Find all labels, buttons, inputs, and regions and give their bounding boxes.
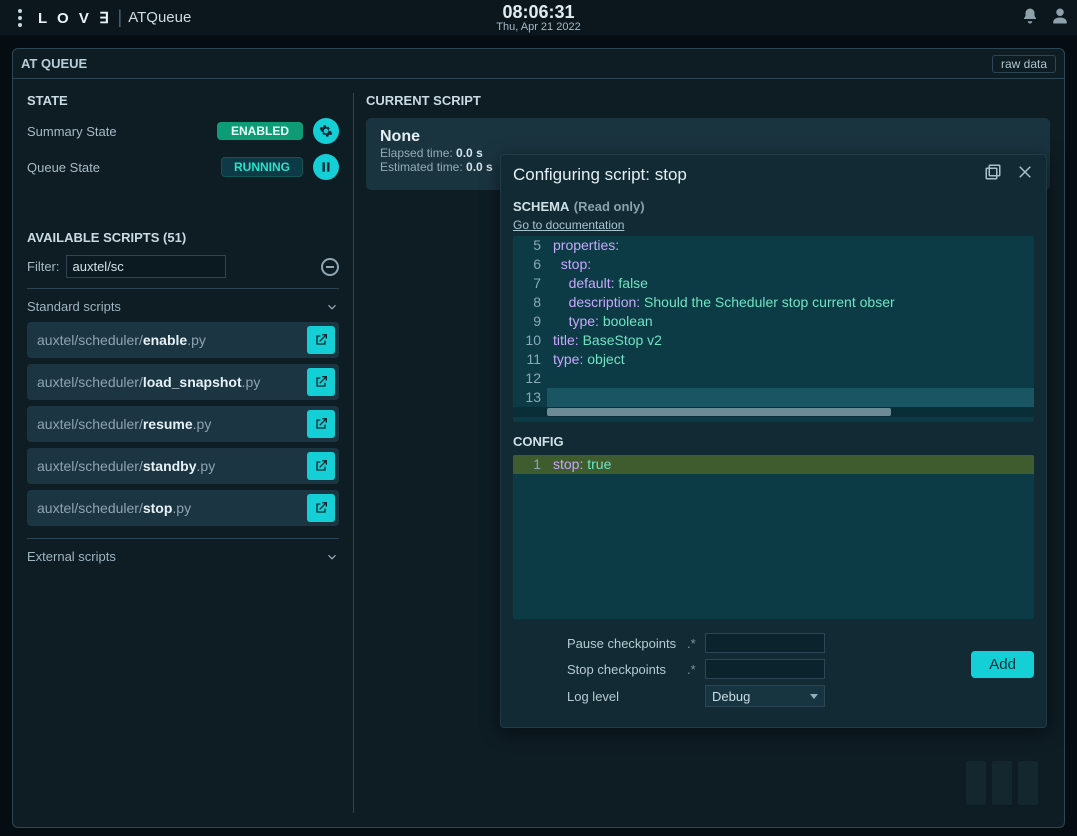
script-prefix: auxtel/scheduler/ — [37, 500, 143, 516]
launch-script-button[interactable] — [307, 452, 335, 480]
close-icon[interactable] — [1016, 163, 1034, 186]
pause-checkpoints-label: Pause checkpoints — [567, 636, 687, 651]
available-title: AVAILABLE SCRIPTS (51) — [27, 230, 339, 245]
state-title: STATE — [27, 93, 339, 108]
stop-wildcard: .* — [687, 662, 705, 677]
brand-logo: L O V ∃ — [38, 9, 112, 27]
script-ext: .py — [172, 500, 191, 516]
external-scripts-label: External scripts — [27, 549, 116, 564]
schema-label: SCHEMA — [513, 199, 569, 214]
current-script-name: None — [380, 128, 1036, 146]
state-label: Summary State — [27, 124, 217, 139]
state-pill: ENABLED — [217, 122, 303, 140]
caret-down-icon — [810, 694, 818, 699]
script-name: stop — [143, 500, 173, 516]
separator: | — [118, 7, 123, 28]
user-icon[interactable] — [1051, 7, 1069, 30]
script-ext: .py — [197, 458, 216, 474]
horizontal-scrollbar[interactable] — [513, 407, 1034, 417]
script-prefix: auxtel/scheduler/ — [37, 332, 143, 348]
documentation-link[interactable]: Go to documentation — [513, 218, 624, 232]
script-item[interactable]: auxtel/scheduler/enable.py — [27, 322, 339, 358]
modal-title: Configuring script: stop — [513, 165, 687, 185]
topbar: L O V ∃ | ATQueue 08:06:31 Thu, Apr 21 2… — [0, 0, 1077, 36]
launch-script-button[interactable] — [307, 326, 335, 354]
clock-time: 08:06:31 — [496, 3, 580, 21]
app-name: ATQueue — [128, 9, 191, 26]
launch-script-button[interactable] — [307, 410, 335, 438]
config-label: CONFIG — [513, 434, 1034, 449]
gear-button[interactable] — [313, 118, 339, 144]
script-name: load_snapshot — [143, 374, 242, 390]
log-level-value: Debug — [712, 689, 750, 704]
state-pill: RUNNING — [221, 157, 303, 177]
schema-editor[interactable]: 5properties:6 stop:7 default: false8 des… — [513, 236, 1034, 422]
popout-icon[interactable] — [984, 163, 1002, 186]
script-ext: .py — [193, 416, 212, 432]
script-prefix: auxtel/scheduler/ — [37, 458, 143, 474]
script-item[interactable]: auxtel/scheduler/stop.py — [27, 490, 339, 526]
collapse-all-icon[interactable] — [321, 258, 339, 276]
script-prefix: auxtel/scheduler/ — [37, 374, 143, 390]
pause-wildcard: .* — [687, 636, 705, 651]
launch-script-button[interactable] — [307, 494, 335, 522]
chevron-down-icon — [325, 300, 339, 314]
launch-script-button[interactable] — [307, 368, 335, 396]
script-name: resume — [143, 416, 193, 432]
add-button[interactable]: Add — [971, 651, 1034, 678]
bell-icon[interactable] — [1021, 7, 1039, 30]
script-item[interactable]: auxtel/scheduler/load_snapshot.py — [27, 364, 339, 400]
schema-readonly: (Read only) — [574, 199, 645, 214]
script-ext: .py — [187, 332, 206, 348]
script-name: standby — [143, 458, 197, 474]
clock: 08:06:31 Thu, Apr 21 2022 — [496, 3, 580, 33]
stop-checkpoints-label: Stop checkpoints — [567, 662, 687, 677]
script-item[interactable]: auxtel/scheduler/resume.py — [27, 406, 339, 442]
menu-button[interactable] — [8, 9, 32, 27]
filter-input[interactable] — [66, 255, 226, 278]
configure-script-modal: Configuring script: stop SCHEMA (Read on… — [500, 154, 1047, 728]
estimated-value: 0.0 s — [466, 160, 493, 174]
external-scripts-toggle[interactable]: External scripts — [27, 549, 339, 564]
raw-data-button[interactable]: raw data — [992, 55, 1056, 73]
pause-checkpoints-input[interactable] — [705, 633, 825, 653]
script-ext: .py — [242, 374, 261, 390]
stop-checkpoints-input[interactable] — [705, 659, 825, 679]
log-level-label: Log level — [567, 689, 687, 704]
script-name: enable — [143, 332, 187, 348]
standard-scripts-toggle[interactable]: Standard scripts — [27, 299, 339, 314]
elapsed-value: 0.0 s — [456, 146, 483, 160]
background-placeholder — [966, 761, 1038, 805]
filter-label: Filter: — [27, 259, 60, 274]
elapsed-label: Elapsed time: — [380, 146, 456, 160]
estimated-label: Estimated time: — [380, 160, 466, 174]
log-level-select[interactable]: Debug — [705, 685, 825, 707]
chevron-down-icon — [325, 550, 339, 564]
standard-scripts-label: Standard scripts — [27, 299, 121, 314]
config-editor[interactable]: 1stop: true — [513, 455, 1034, 619]
script-prefix: auxtel/scheduler/ — [37, 416, 143, 432]
current-script-title: CURRENT SCRIPT — [366, 93, 1050, 108]
clock-date: Thu, Apr 21 2022 — [496, 21, 580, 33]
pause-button[interactable] — [313, 154, 339, 180]
state-label: Queue State — [27, 160, 221, 175]
panel-title: AT QUEUE — [21, 56, 87, 71]
script-item[interactable]: auxtel/scheduler/standby.py — [27, 448, 339, 484]
